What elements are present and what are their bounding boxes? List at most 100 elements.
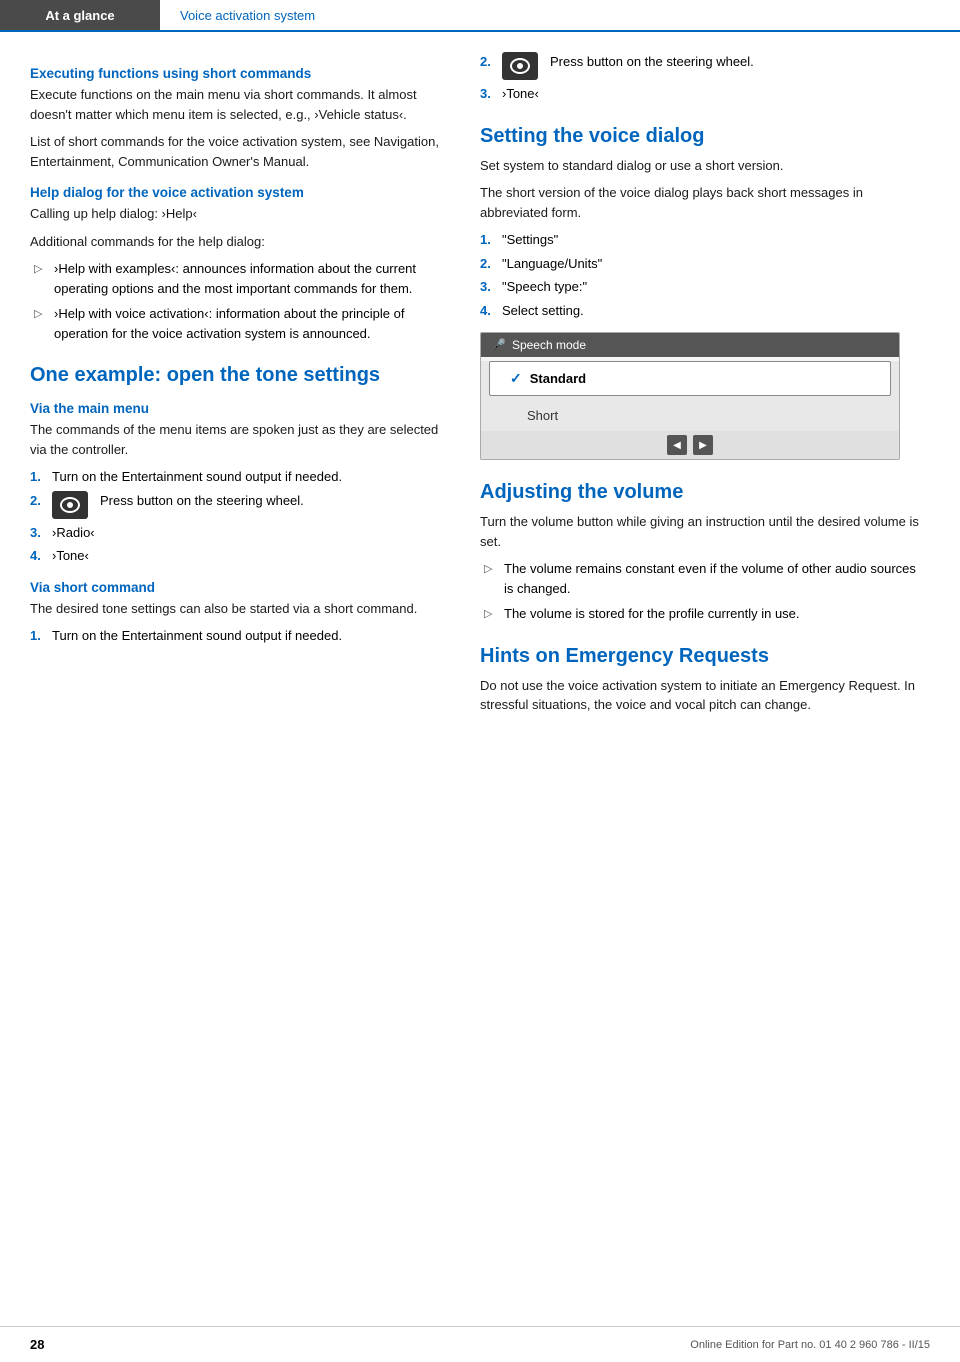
bullet-arrow-icon-1: ▷ (34, 261, 46, 298)
section-executing-heading: Executing functions using short commands (30, 66, 440, 81)
short-step-1-text: Turn on the Entertainment sound output i… (52, 626, 342, 646)
section-voice-dialog: Setting the voice dialog Set system to s… (480, 124, 920, 461)
header-left-label: At a glance (45, 8, 114, 23)
page-number: 28 (30, 1337, 44, 1352)
vd-step-2: 2. "Language/Units" (480, 254, 920, 274)
volume-bullet-arrow-1: ▷ (484, 561, 496, 598)
voice-dialog-heading: Setting the voice dialog (480, 124, 920, 148)
vd-step-2-text: "Language/Units" (502, 254, 602, 274)
vd-step-1: 1. "Settings" (480, 230, 920, 250)
section-adjusting-volume: Adjusting the volume Turn the volume but… (480, 480, 920, 624)
bullet-arrow-icon-2: ▷ (34, 306, 46, 343)
steering-wheel-icon-2 (502, 52, 538, 80)
section-executing-functions: Executing functions using short commands… (30, 66, 440, 171)
section-executing-para1: Execute functions on the main menu via s… (30, 85, 440, 124)
section-emergency-requests: Hints on Emergency Requests Do not use t… (480, 644, 920, 715)
short-step-1: 1. Turn on the Entertainment sound outpu… (30, 626, 440, 646)
right-column: 2. Press button on the steering wheel. 3… (460, 52, 940, 723)
section-via-short-command: Via short command The desired tone setti… (30, 580, 440, 646)
bullet-item-2: ▷ ›Help with voice activation‹: informat… (30, 304, 440, 343)
volume-bullet-2: ▷ The volume is stored for the profile c… (480, 604, 920, 624)
volume-bullet-text-2: The volume is stored for the profile cur… (504, 604, 800, 624)
vd-step-4-num: 4. (480, 301, 496, 321)
short-step-1-num: 1. (30, 626, 46, 646)
vd-step-4-text: Select setting. (502, 301, 584, 321)
via-short-command-steps: 1. Turn on the Entertainment sound outpu… (30, 626, 440, 646)
speech-mode-items: ✓ Standard Short (481, 361, 899, 431)
volume-bullet-arrow-2: ▷ (484, 606, 496, 624)
nav-left-arrow[interactable]: ◀ (667, 435, 687, 455)
speech-mode-standard-label: Standard (530, 371, 586, 386)
volume-bullets: ▷ The volume remains constant even if th… (480, 559, 920, 624)
speech-mode-title: Speech mode (512, 338, 586, 352)
vd-step-3-text: "Speech type:" (502, 277, 587, 297)
speech-mode-nav: ◀ ▶ (481, 431, 899, 459)
bullet-text-2: ›Help with voice activation‹: informatio… (54, 304, 440, 343)
step-3: 3. ›Radio‹ (30, 523, 440, 543)
adjusting-volume-para1: Turn the volume button while giving an i… (480, 512, 920, 551)
voice-dialog-para2: The short version of the voice dialog pl… (480, 183, 920, 222)
step-1-text: Turn on the Entertainment sound output i… (52, 467, 342, 487)
step-2-num: 2. (30, 491, 46, 519)
speech-mode-item-short[interactable]: Short (481, 400, 899, 431)
via-short-command-heading: Via short command (30, 580, 440, 595)
vd-step-4: 4. Select setting. (480, 301, 920, 321)
step-4: 4. ›Tone‹ (30, 546, 440, 566)
short-command-continued-steps: 2. Press button on the steering wheel. 3… (480, 52, 920, 104)
vd-step-3-num: 3. (480, 277, 496, 297)
section-help-para1: Calling up help dialog: ›Help‹ (30, 204, 440, 224)
voice-dialog-steps: 1. "Settings" 2. "Language/Units" 3. "Sp… (480, 230, 920, 320)
speech-mode-icon: 🎤 (491, 338, 506, 352)
steering-wheel-icon-1 (52, 491, 88, 519)
step-4-text: ›Tone‹ (52, 546, 89, 566)
short-step-2-text: Press button on the steering wheel. (550, 52, 754, 72)
nav-right-arrow[interactable]: ▶ (693, 435, 713, 455)
emergency-heading: Hints on Emergency Requests (480, 644, 920, 668)
section-help-heading: Help dialog for the voice activation sys… (30, 185, 440, 200)
section-help-dialog: Help dialog for the voice activation sys… (30, 185, 440, 343)
vd-step-1-text: "Settings" (502, 230, 558, 250)
short-step-2-content: Press button on the steering wheel. (502, 52, 754, 80)
speech-mode-short-label: Short (527, 408, 558, 423)
via-main-menu-para1: The commands of the menu items are spoke… (30, 420, 440, 459)
emergency-para1: Do not use the voice activation system t… (480, 676, 920, 715)
short-step-3-text: ›Tone‹ (502, 84, 539, 104)
section-example: One example: open the tone settings Via … (30, 363, 440, 646)
speech-mode-title-bar: 🎤 Speech mode (481, 333, 899, 357)
step-3-text: ›Radio‹ (52, 523, 95, 543)
vd-step-1-num: 1. (480, 230, 496, 250)
adjusting-volume-heading: Adjusting the volume (480, 480, 920, 504)
vd-step-3: 3. "Speech type:" (480, 277, 920, 297)
bullet-text-1: ›Help with examples‹: announces informat… (54, 259, 440, 298)
speech-mode-item-standard[interactable]: ✓ Standard (489, 361, 891, 396)
step-3-num: 3. (30, 523, 46, 543)
page-footer: 28 Online Edition for Part no. 01 40 2 9… (0, 1326, 960, 1362)
step-4-num: 4. (30, 546, 46, 566)
step-1-num: 1. (30, 467, 46, 487)
short-step-3: 3. ›Tone‹ (480, 84, 920, 104)
volume-bullet-text-1: The volume remains constant even if the … (504, 559, 920, 598)
section-short-command-continued: 2. Press button on the steering wheel. 3… (480, 52, 920, 104)
step-1: 1. Turn on the Entertainment sound outpu… (30, 467, 440, 487)
checkmark-icon: ✓ (510, 370, 522, 387)
section-example-heading: One example: open the tone settings (30, 363, 440, 387)
section-executing-para2: List of short commands for the voice act… (30, 132, 440, 171)
footer-info-text: Online Edition for Part no. 01 40 2 960 … (690, 1339, 930, 1351)
page-header: At a glance Voice activation system (0, 0, 960, 32)
speech-mode-nav-inner: ◀ ▶ (667, 435, 713, 455)
short-step-2-num: 2. (480, 52, 496, 80)
left-column: Executing functions using short commands… (0, 52, 460, 723)
speech-mode-screenshot: 🎤 Speech mode ✓ Standard Short ◀ ▶ (480, 332, 900, 460)
main-content: Executing functions using short commands… (0, 32, 960, 723)
via-short-command-para1: The desired tone settings can also be st… (30, 599, 440, 619)
step-2: 2. Press button on the steering wheel. (30, 491, 440, 519)
header-section-right: Voice activation system (160, 0, 960, 30)
voice-dialog-para1: Set system to standard dialog or use a s… (480, 156, 920, 176)
via-main-menu-steps: 1. Turn on the Entertainment sound outpu… (30, 467, 440, 566)
section-via-main-menu: Via the main menu The commands of the me… (30, 401, 440, 566)
step-2-text: Press button on the steering wheel. (100, 491, 304, 511)
section-help-para2: Additional commands for the help dialog: (30, 232, 440, 252)
via-main-menu-heading: Via the main menu (30, 401, 440, 416)
header-section-left: At a glance (0, 0, 160, 30)
step-2-content: Press button on the steering wheel. (52, 491, 304, 519)
